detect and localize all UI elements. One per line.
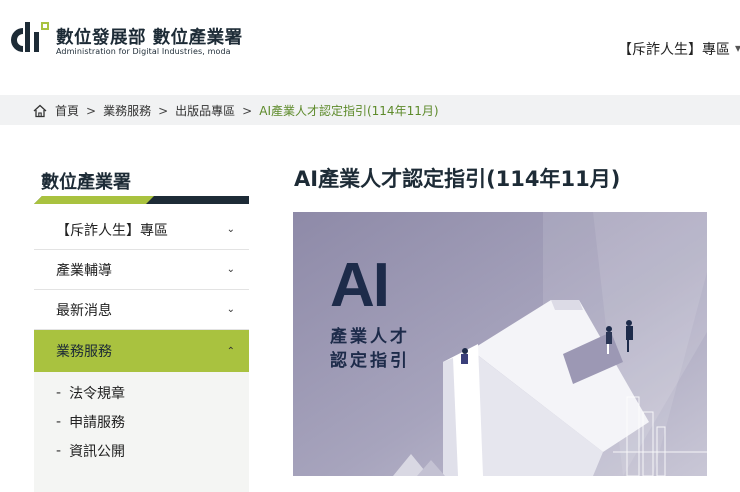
sidebar-item-label: 【斥詐人生】專區 <box>56 222 168 239</box>
dash-icon: - <box>56 384 62 401</box>
org-subtitle: Administration for Digital Industries, m… <box>56 47 231 56</box>
sidebar-item-label: 最新消息 <box>56 302 112 319</box>
header-link-anti-fraud[interactable]: 【斥詐人生】專區 <box>618 39 730 59</box>
breadcrumb-publications[interactable]: 出版品專區 <box>175 102 235 119</box>
submenu-item-regulations[interactable]: - 法令規章 <box>34 378 249 407</box>
dash-icon: - <box>56 413 62 430</box>
submenu-item-label: 法令規章 <box>69 385 126 402</box>
org-title[interactable]: 數位發展部 數位產業署 <box>56 24 243 49</box>
breadcrumb-services[interactable]: 業務服務 <box>103 102 151 119</box>
chevron-down-icon: ⌄ <box>226 224 235 235</box>
chevron-down-icon: ⌄ <box>226 264 235 275</box>
submenu-item-label: 資訊公開 <box>69 443 126 460</box>
submenu-item-application[interactable]: - 申請服務 <box>34 407 249 436</box>
chevron-up-icon: ⌃ <box>226 345 235 357</box>
breadcrumb-separator: > <box>86 103 97 118</box>
breadcrumb-bar: 首頁 > 業務服務 > 出版品專區 > AI產業人才認定指引(114年11月) <box>0 95 740 125</box>
chevron-down-icon: ⌄ <box>226 304 235 315</box>
sidebar-title-rule <box>34 196 249 204</box>
site-header: 數位發展部 數位產業署 Administration for Digital I… <box>0 0 740 95</box>
sidebar-item-anti-fraud[interactable]: 【斥詐人生】專區 ⌄ <box>34 210 249 250</box>
hero-subtitle-line2: 認定指引 <box>330 351 410 371</box>
moda-logo[interactable] <box>9 20 53 56</box>
submenu-item-label: 申請服務 <box>69 414 126 431</box>
breadcrumb-separator: > <box>242 103 253 118</box>
breadcrumb: 首頁 > 業務服務 > 出版品專區 > AI產業人才認定指引(114年11月) <box>33 102 439 119</box>
home-icon[interactable] <box>33 104 47 118</box>
hero-title-ai: AI <box>330 251 390 320</box>
submenu-item-disclosure[interactable]: - 資訊公開 <box>34 436 249 465</box>
sidebar-submenu: - 法令規章 - 申請服務 - 資訊公開 <box>34 372 249 492</box>
sidebar-item-news[interactable]: 最新消息 ⌄ <box>34 290 249 330</box>
breadcrumb-home[interactable]: 首頁 <box>55 102 79 119</box>
chevron-down-icon[interactable]: ▾ <box>735 41 740 55</box>
hero-subtitle-line1: 產業人才 <box>330 327 410 347</box>
sidebar-item-label: 業務服務 <box>56 344 112 360</box>
sidebar-menu: 【斥詐人生】專區 ⌄ 產業輔導 ⌄ 最新消息 ⌄ 業務服務 ⌃ - 法令規章 -… <box>34 210 249 492</box>
breadcrumb-separator: > <box>158 103 169 118</box>
sidebar-item-industry-support[interactable]: 產業輔導 ⌄ <box>34 250 249 290</box>
dash-icon: - <box>56 442 62 459</box>
breadcrumb-current: AI產業人才認定指引(114年11月) <box>259 104 439 118</box>
page-title: AI產業人才認定指引(114年11月) <box>294 167 621 191</box>
sidebar-item-services[interactable]: 業務服務 ⌃ <box>34 330 249 372</box>
sidebar-title: 數位產業署 <box>41 172 131 193</box>
sidebar-item-label: 產業輔導 <box>56 262 112 279</box>
